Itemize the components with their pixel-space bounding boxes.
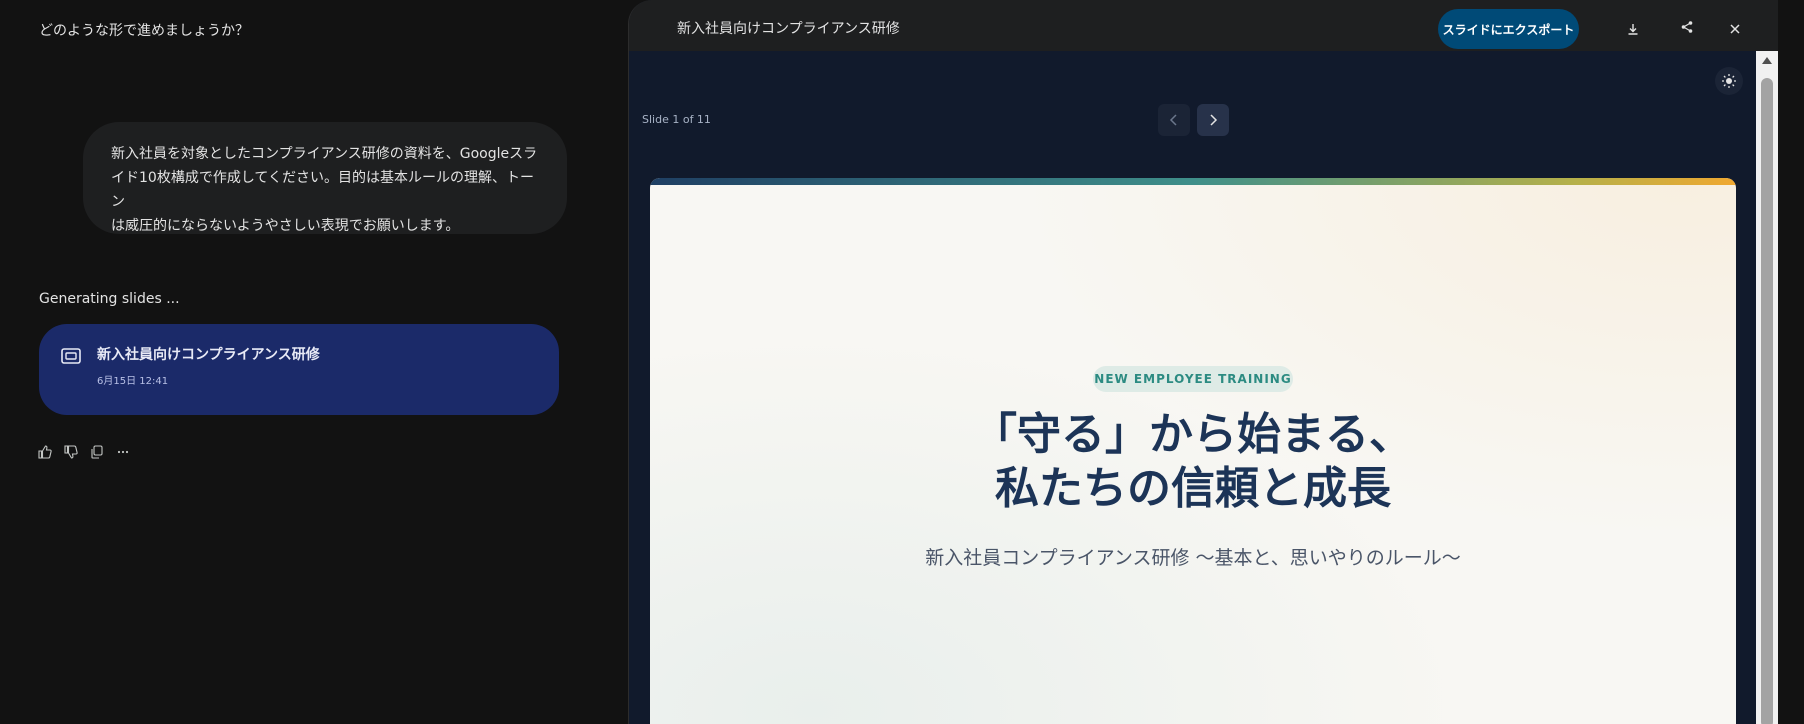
- slides-result-card[interactable]: 新入社員向けコンプライアンス研修 6月15日 12:41: [39, 324, 559, 415]
- next-slide-button[interactable]: [1197, 104, 1229, 136]
- user-message-line: 新入社員を対象としたコンプライアンス研修の資料を、Googleスラ: [111, 146, 538, 162]
- slide-accent-bar: [650, 178, 1736, 185]
- panel-header: 新入社員向けコンプライアンス研修 スライドにエクスポート: [629, 0, 1778, 51]
- scrollbar-thumb[interactable]: [1761, 78, 1773, 724]
- thumbs-up-icon[interactable]: [36, 443, 54, 461]
- scroll-up-arrow-icon[interactable]: [1762, 57, 1772, 64]
- copy-icon[interactable]: [88, 443, 106, 461]
- card-title: 新入社員向けコンプライアンス研修: [97, 347, 320, 363]
- slide-counter: Slide 1 of 11: [642, 113, 711, 126]
- export-to-slides-button[interactable]: スライドにエクスポート: [1438, 9, 1579, 49]
- headline-line: 「守る」から始まる、: [973, 409, 1413, 460]
- previous-slide-button[interactable]: [1158, 104, 1190, 136]
- user-message-bubble: 新入社員を対象としたコンプライアンス研修の資料を、Googleスラ イド10枚構…: [83, 122, 567, 234]
- scrollbar[interactable]: [1756, 51, 1778, 724]
- slide-tag: NEW EMPLOYEE TRAINING: [1093, 366, 1293, 392]
- thumbs-down-icon[interactable]: [62, 443, 80, 461]
- sun-icon[interactable]: [1715, 67, 1743, 95]
- response-actions: [36, 443, 132, 461]
- generating-status: Generating slides ...: [39, 291, 180, 307]
- slide-headline: 「守る」から始まる、 私たちの信頼と成長: [650, 408, 1736, 516]
- download-icon[interactable]: [1624, 20, 1642, 38]
- assistant-question: どのような形で進めましょうか？: [39, 23, 249, 39]
- user-message-line: は威圧的にならないようやさしい表現でお願いします。: [111, 218, 460, 234]
- user-message-line: イド10枚構成で作成してください。目的は基本ルールの理解、トーン: [111, 170, 534, 210]
- card-date: 6月15日 12:41: [97, 376, 169, 387]
- chevron-right-icon: [1210, 114, 1218, 126]
- slides-preview-panel: 新入社員向けコンプライアンス研修 スライドにエクスポート Slide 1 of …: [628, 0, 1778, 724]
- slide-canvas: NEW EMPLOYEE TRAINING 「守る」から始まる、 私たちの信頼と…: [650, 178, 1736, 724]
- chat-pane: どのような形で進めましょうか？ 新入社員を対象としたコンプライアンス研修の資料を…: [0, 0, 628, 724]
- panel-title: 新入社員向けコンプライアンス研修: [677, 21, 900, 37]
- share-icon[interactable]: [1678, 18, 1696, 36]
- chevron-left-icon: [1169, 114, 1177, 126]
- close-icon[interactable]: [1726, 20, 1744, 38]
- headline-line: 私たちの信頼と成長: [995, 463, 1391, 514]
- slide-subheadline: 新入社員コンプライアンス研修 〜基本と、思いやりのルール〜: [925, 547, 1461, 569]
- slides-icon: [61, 348, 81, 364]
- more-icon[interactable]: [114, 443, 132, 461]
